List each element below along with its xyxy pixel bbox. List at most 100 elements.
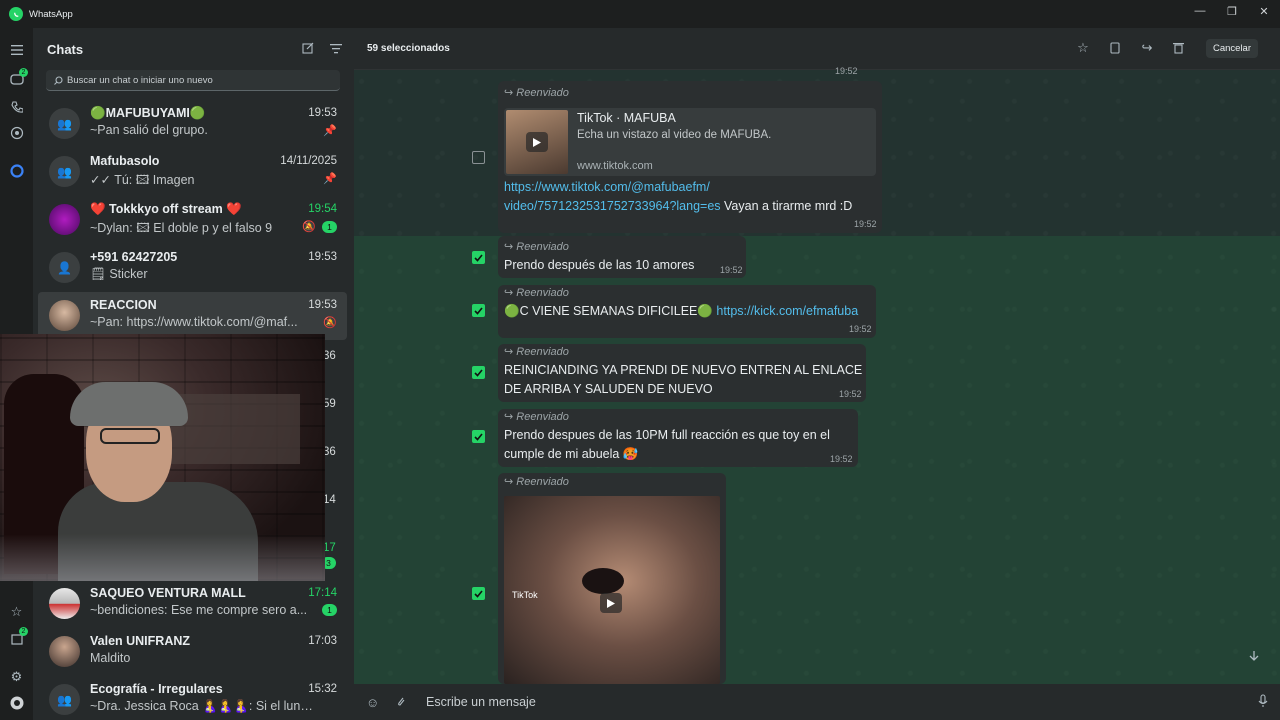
- forwarded-text: Reenviado: [516, 241, 569, 253]
- chat-name: REACCION: [90, 298, 157, 312]
- forward-icon[interactable]: ↪: [1138, 38, 1156, 58]
- emoji-icon[interactable]: ☺: [366, 695, 379, 710]
- select-checkbox[interactable]: [472, 366, 485, 379]
- chat-preview: ~Dylan: 🖾 El doble p y el falso 9: [90, 221, 273, 235]
- video-message[interactable]: TikTok: [504, 496, 720, 684]
- chat-name: ❤️ Tokkkyo off stream ❤️: [90, 202, 242, 216]
- chat-row-reaccion[interactable]: REACCION ~Pan: https://www.tiktok.com/@m…: [38, 292, 347, 340]
- star-icon[interactable]: ☆: [1074, 38, 1092, 58]
- chat-name: +591 62427205: [90, 250, 178, 264]
- chat-preview: ✓✓ Tú: 🖾 Imagen: [90, 173, 195, 187]
- copy-icon[interactable]: [1106, 38, 1124, 58]
- chat-row-591[interactable]: 👤 +591 62427205 🗒 Sticker 19:53: [38, 244, 347, 292]
- select-checkbox[interactable]: [472, 587, 485, 600]
- meta-ai-icon[interactable]: [8, 162, 25, 179]
- forwarded-text: Reenviado: [516, 346, 569, 358]
- archive-icon[interactable]: 2: [8, 627, 28, 647]
- profile-icon[interactable]: [8, 694, 25, 711]
- message-composer[interactable]: ☺ Escribe un mensaje: [354, 684, 1280, 720]
- forward-icon: ↪: [504, 287, 517, 299]
- search-icon: [54, 73, 63, 88]
- message-link[interactable]: https://www.tiktok.com/@mafubaefm/: [504, 180, 710, 194]
- select-checkbox[interactable]: [472, 304, 485, 317]
- whatsapp-logo-icon: [9, 7, 23, 21]
- message-link[interactable]: video/7571232531752733964?lang=es: [504, 199, 721, 213]
- chat-preview: ~Dra. Jessica Roca 🤱🤱🤱: Si el lunes...: [90, 699, 318, 713]
- delete-icon[interactable]: [1170, 38, 1188, 58]
- avatar: [49, 588, 80, 619]
- chat-row-tokkkyo[interactable]: ❤️ Tokkkyo off stream ❤️ ~Dylan: 🖾 El do…: [38, 196, 347, 244]
- calls-icon[interactable]: [8, 98, 25, 115]
- forward-icon: ↪: [504, 476, 517, 488]
- link-preview-card[interactable]: TikTok · MAFUBA Echa un vistazo al video…: [504, 108, 876, 176]
- message-input-placeholder[interactable]: Escribe un mensaje: [426, 695, 536, 709]
- message-link[interactable]: https://kick.com/efmafuba: [716, 304, 858, 318]
- select-checkbox[interactable]: [472, 430, 485, 443]
- chats-badge: 2: [19, 68, 28, 77]
- message-text: cumple de mi abuela 🥵: [504, 447, 639, 461]
- chat-time: 19:54: [308, 203, 337, 215]
- chat-preview: ~Pan salió del grupo.: [90, 123, 208, 137]
- chats-title: Chats: [47, 42, 84, 57]
- forwarded-text: Reenviado: [516, 411, 569, 423]
- message-text: 🟢C VIENE SEMANAS DIFICILEE🟢 https://kick…: [504, 302, 858, 321]
- forwarded-label: ↪ Reenviado: [504, 410, 569, 423]
- message-time: 19:52: [854, 219, 877, 229]
- maximize-button[interactable]: ❐: [1216, 0, 1248, 22]
- search-input[interactable]: Buscar un chat o iniciar uno nuevo: [46, 70, 340, 91]
- chat-preview: ~bendiciones: Ese me compre sero a...: [90, 603, 308, 617]
- conversation-panel: 59 seleccionados ☆ ↪ Cancelar 19:52 ↪ Re…: [354, 28, 1280, 720]
- chat-time: 36: [323, 350, 336, 362]
- menu-icon[interactable]: [8, 41, 25, 58]
- star-icon[interactable]: ☆: [8, 603, 25, 620]
- avatar: [49, 204, 80, 235]
- message-text-body: 🟢C VIENE SEMANAS DIFICILEE🟢: [504, 304, 717, 318]
- select-checkbox[interactable]: [472, 151, 485, 164]
- select-checkbox[interactable]: [472, 251, 485, 264]
- chat-row-valen[interactable]: Valen UNIFRANZ Maldito 17:03: [38, 628, 347, 676]
- chat-time: 17: [323, 542, 336, 554]
- filter-icon[interactable]: [330, 42, 342, 57]
- message-time: 19:52: [830, 454, 853, 464]
- minimize-button[interactable]: —: [1184, 0, 1216, 22]
- mic-icon[interactable]: [1258, 694, 1268, 711]
- forwarded-label: ↪ Reenviado: [504, 475, 569, 488]
- chats-icon[interactable]: 2: [8, 68, 28, 88]
- preview-title: TikTok · MAFUBA: [577, 111, 676, 125]
- status-icon[interactable]: [8, 124, 25, 141]
- preview-description: Echa un vistazo al video de MAFUBA.: [577, 129, 772, 141]
- mute-icon: 🔕: [302, 221, 316, 233]
- message-text: REINICIANDING YA PRENDI DE NUEVO ENTREN …: [504, 363, 863, 377]
- close-window-button[interactable]: ✕: [1248, 0, 1280, 22]
- chat-name: Valen UNIFRANZ: [90, 634, 191, 648]
- chat-row-ecografia[interactable]: 👥 Ecografía - Irregulares ~Dra. Jessica …: [38, 676, 347, 720]
- group-avatar-icon: 👥: [49, 684, 80, 715]
- chat-preview: ~Pan: https://www.tiktok.com/@maf...: [90, 315, 298, 329]
- play-icon[interactable]: [600, 593, 622, 613]
- message-time: 19:52: [835, 66, 858, 76]
- message-text-tail: Vayan a tirarme mrd :D: [720, 199, 853, 213]
- chat-time: 19:53: [308, 107, 337, 119]
- new-chat-icon[interactable]: [302, 42, 314, 57]
- forward-icon: ↪: [504, 87, 517, 99]
- attach-icon[interactable]: [396, 695, 406, 710]
- arrow-down-icon[interactable]: [1242, 644, 1266, 668]
- forwarded-label: ↪ Reenviado: [504, 240, 569, 253]
- group-avatar-icon: 👥: [49, 108, 80, 139]
- pin-icon: 📌: [323, 125, 337, 137]
- forwarded-label: ↪ Reenviado: [504, 286, 569, 299]
- chat-row-mafubasolo[interactable]: 👥 Mafubasolo ✓✓ Tú: 🖾 Imagen 14/11/2025 …: [38, 148, 347, 196]
- selected-count: 59 seleccionados: [367, 43, 450, 54]
- chat-row-saqueo[interactable]: SAQUEO VENTURA MALL ~bendiciones: Ese me…: [38, 580, 347, 628]
- forward-icon: ↪: [504, 411, 517, 423]
- forwarded-label: ↪ Reenviado: [504, 86, 569, 99]
- forwarded-label: ↪ Reenviado: [504, 345, 569, 358]
- chat-row-mafubuyami[interactable]: 👥 🟢MAFUBUYAMI🟢 ~Pan salió del grupo. 19:…: [38, 100, 347, 148]
- chat-preview: Maldito: [90, 651, 131, 665]
- avatar: [49, 300, 80, 331]
- play-icon: [526, 132, 548, 152]
- message-text: video/7571232531752733964?lang=es Vayan …: [504, 197, 852, 216]
- chat-name: 🟢MAFUBUYAMI🟢: [90, 106, 206, 120]
- settings-icon[interactable]: ⚙: [8, 668, 25, 685]
- cancel-button[interactable]: Cancelar: [1205, 38, 1258, 58]
